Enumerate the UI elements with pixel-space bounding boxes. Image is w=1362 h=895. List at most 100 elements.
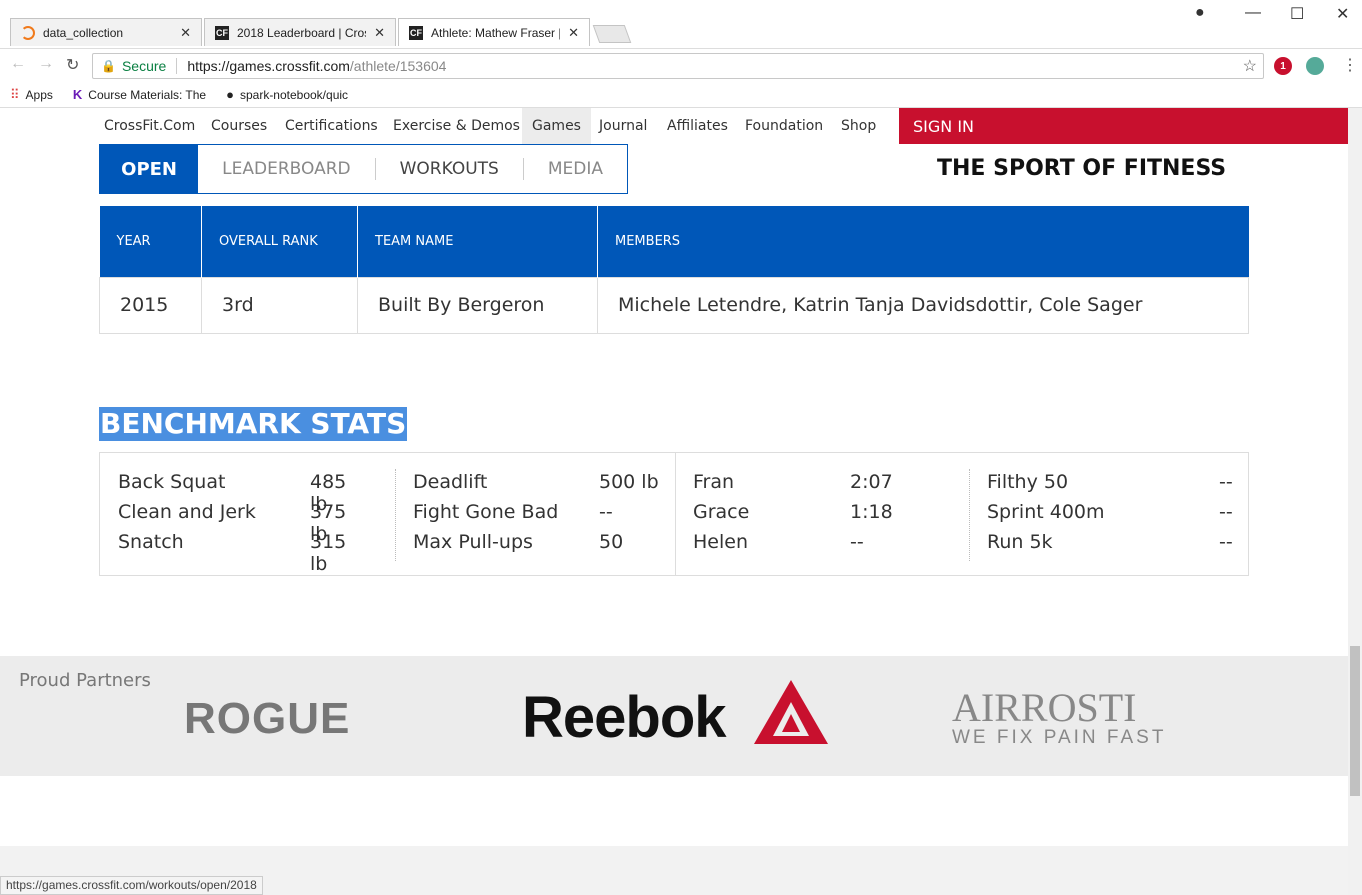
stat-row: Fran 2:07 (693, 471, 943, 501)
stat-row: Helen -- (693, 531, 943, 561)
stats-column-strength: Deadlift 500 lb Fight Gone Bad -- Max Pull… (413, 471, 663, 561)
slogan: THE SPORT OF FITNESS (937, 156, 1227, 181)
bookmark-star-icon[interactable]: ☆ (1243, 56, 1257, 76)
tab-leaderboard[interactable]: CF 2018 Leaderboard | Cros ✕ (204, 18, 396, 46)
reebok-delta-icon (754, 680, 828, 744)
stat-label: Max Pull-ups (413, 531, 533, 553)
stat-label: Helen (693, 531, 748, 553)
tab-open[interactable]: OPEN (100, 145, 199, 193)
extension-icon[interactable]: 1 (1274, 57, 1292, 75)
new-tab-button[interactable] (592, 25, 632, 43)
tab-workouts[interactable]: WORKOUTS (376, 158, 524, 180)
stat-value: 500 lb (599, 471, 659, 493)
tab-title: data_collection (43, 25, 124, 40)
browser-tab-strip: data_collection ✕ CF 2018 Leaderboard | … (0, 0, 1362, 48)
team-history-table: YEAR OVERALL RANK TEAM NAME MEMBERS 2015… (99, 206, 1249, 334)
nav-exercise-demos[interactable]: Exercise & Demos (393, 118, 520, 134)
cf-icon: CF (215, 25, 229, 40)
stat-value: -- (1219, 471, 1233, 493)
cell-team-name: Built By Bergeron (357, 276, 598, 334)
close-icon[interactable]: ✕ (180, 25, 191, 41)
close-window-icon[interactable]: ✕ (1336, 4, 1349, 24)
tab-media[interactable]: MEDIA (524, 158, 627, 180)
browser-toolbar: ← → ↻ 🔒 Secure https://games.crossfit.co… (0, 48, 1362, 82)
stat-label: Deadlift (413, 471, 488, 493)
page-scrollbar[interactable] (1348, 108, 1362, 895)
tab-athlete[interactable]: CF Athlete: Mathew Fraser | ✕ (398, 18, 590, 46)
forward-icon[interactable]: → (38, 55, 54, 73)
close-icon[interactable]: ✕ (374, 25, 385, 41)
tab-data-collection[interactable]: data_collection ✕ (10, 18, 202, 46)
rogue-logo[interactable]: ROGUE (184, 694, 350, 744)
column-divider (675, 453, 676, 575)
stat-row: Back Squat 485 lb (118, 471, 368, 515)
color-extension-icon[interactable] (1306, 57, 1324, 75)
nav-shop[interactable]: Shop (841, 118, 876, 134)
stat-value: 315 lb (310, 531, 347, 575)
stat-label: Fight Gone Bad (413, 501, 559, 523)
column-divider (395, 469, 396, 561)
benchmark-stats-panel: Back Squat 485 lb Clean and Jerk 375 lb Sn… (99, 452, 1249, 576)
cell-year: 2015 (99, 276, 202, 334)
cell-rank: 3rd (201, 276, 358, 334)
minimize-icon[interactable]: — (1245, 4, 1261, 22)
lock-icon: 🔒 (101, 59, 116, 73)
stat-label: Grace (693, 501, 750, 523)
bookmark-course-materials[interactable]: K Course Materials: The (73, 87, 206, 102)
profile-icon[interactable]: ● (1195, 4, 1205, 22)
nav-games[interactable]: Games (522, 108, 591, 144)
bookmark-label: spark-notebook/quic (239, 87, 349, 102)
site-nav: CrossFit.Com Courses Certifications Exer… (0, 108, 1348, 144)
stat-row: Clean and Jerk 375 lb (118, 501, 368, 545)
games-subnav: OPEN LEADERBOARD WORKOUTS MEDIA (99, 144, 628, 194)
sign-in-button[interactable]: SIGN IN (899, 108, 1348, 144)
nav-crossfit-com[interactable]: CrossFit.Com (104, 118, 195, 134)
stat-value: 1:18 (850, 501, 893, 523)
ring-icon (21, 25, 35, 40)
header-year: YEAR (99, 206, 202, 277)
benchmark-stats-title: BENCHMARK STATS (99, 407, 408, 441)
nav-journal[interactable]: Journal (599, 118, 647, 134)
nav-foundation[interactable]: Foundation (745, 118, 823, 134)
stat-value: 50 (599, 531, 624, 553)
stat-label: Filthy 50 (987, 471, 1069, 493)
stat-row: Fight Gone Bad -- (413, 501, 663, 531)
cell-members: Michele Letendre, Katrin Tanja Davidsdot… (597, 276, 1249, 334)
stats-column-lifts: Back Squat 485 lb Clean and Jerk 375 lb Sn… (118, 471, 368, 575)
stat-row: Sprint 400m -- (987, 501, 1237, 531)
apps-grid-icon: ⠿ (10, 86, 20, 102)
stat-value: -- (1219, 531, 1233, 553)
k-icon: K (72, 87, 83, 102)
bookmark-label: Course Materials: The (88, 87, 207, 102)
nav-courses[interactable]: Courses (211, 118, 267, 134)
menu-icon[interactable]: ⋮ (1342, 55, 1358, 75)
header-overall-rank: OVERALL RANK (201, 206, 358, 277)
bookmark-label: Apps (25, 87, 53, 102)
back-icon[interactable]: ← (10, 55, 26, 73)
header-team-name: TEAM NAME (357, 206, 598, 277)
reload-icon[interactable]: ↻ (66, 55, 79, 75)
stat-row: Filthy 50 -- (987, 471, 1237, 501)
airrosti-logo[interactable]: AIRROSTI WE FIX PAIN FAST (952, 684, 1166, 749)
stat-label: Run 5k (987, 531, 1053, 553)
nav-affiliates[interactable]: Affiliates (667, 118, 728, 134)
table-header-row: YEAR OVERALL RANK TEAM NAME MEMBERS (99, 206, 1249, 277)
close-icon[interactable]: ✕ (568, 25, 579, 41)
stat-row: Snatch 315 lb (118, 531, 368, 575)
stats-column-girls: Fran 2:07 Grace 1:18 Helen -- (693, 471, 943, 561)
address-bar[interactable]: 🔒 Secure https://games.crossfit.com/athl… (92, 53, 1264, 79)
bookmark-apps[interactable]: ⠿ Apps (10, 87, 53, 103)
stat-value: -- (599, 501, 613, 523)
reebok-logo[interactable]: Reebok (522, 684, 727, 751)
url-host: https://games.crossfit.com (187, 58, 350, 74)
url-path: /athlete/153604 (349, 58, 447, 74)
stat-row: Max Pull-ups 50 (413, 531, 663, 561)
scrollbar-thumb[interactable] (1350, 646, 1360, 796)
stat-row: Deadlift 500 lb (413, 471, 663, 501)
nav-certifications[interactable]: Certifications (285, 118, 378, 134)
maximize-icon[interactable]: ☐ (1290, 4, 1304, 24)
tab-leaderboard[interactable]: LEADERBOARD (198, 158, 376, 180)
cf-icon: CF (409, 25, 423, 40)
bookmark-spark-notebook[interactable]: ● spark-notebook/quic (226, 87, 348, 102)
stat-value: 2:07 (850, 471, 893, 493)
